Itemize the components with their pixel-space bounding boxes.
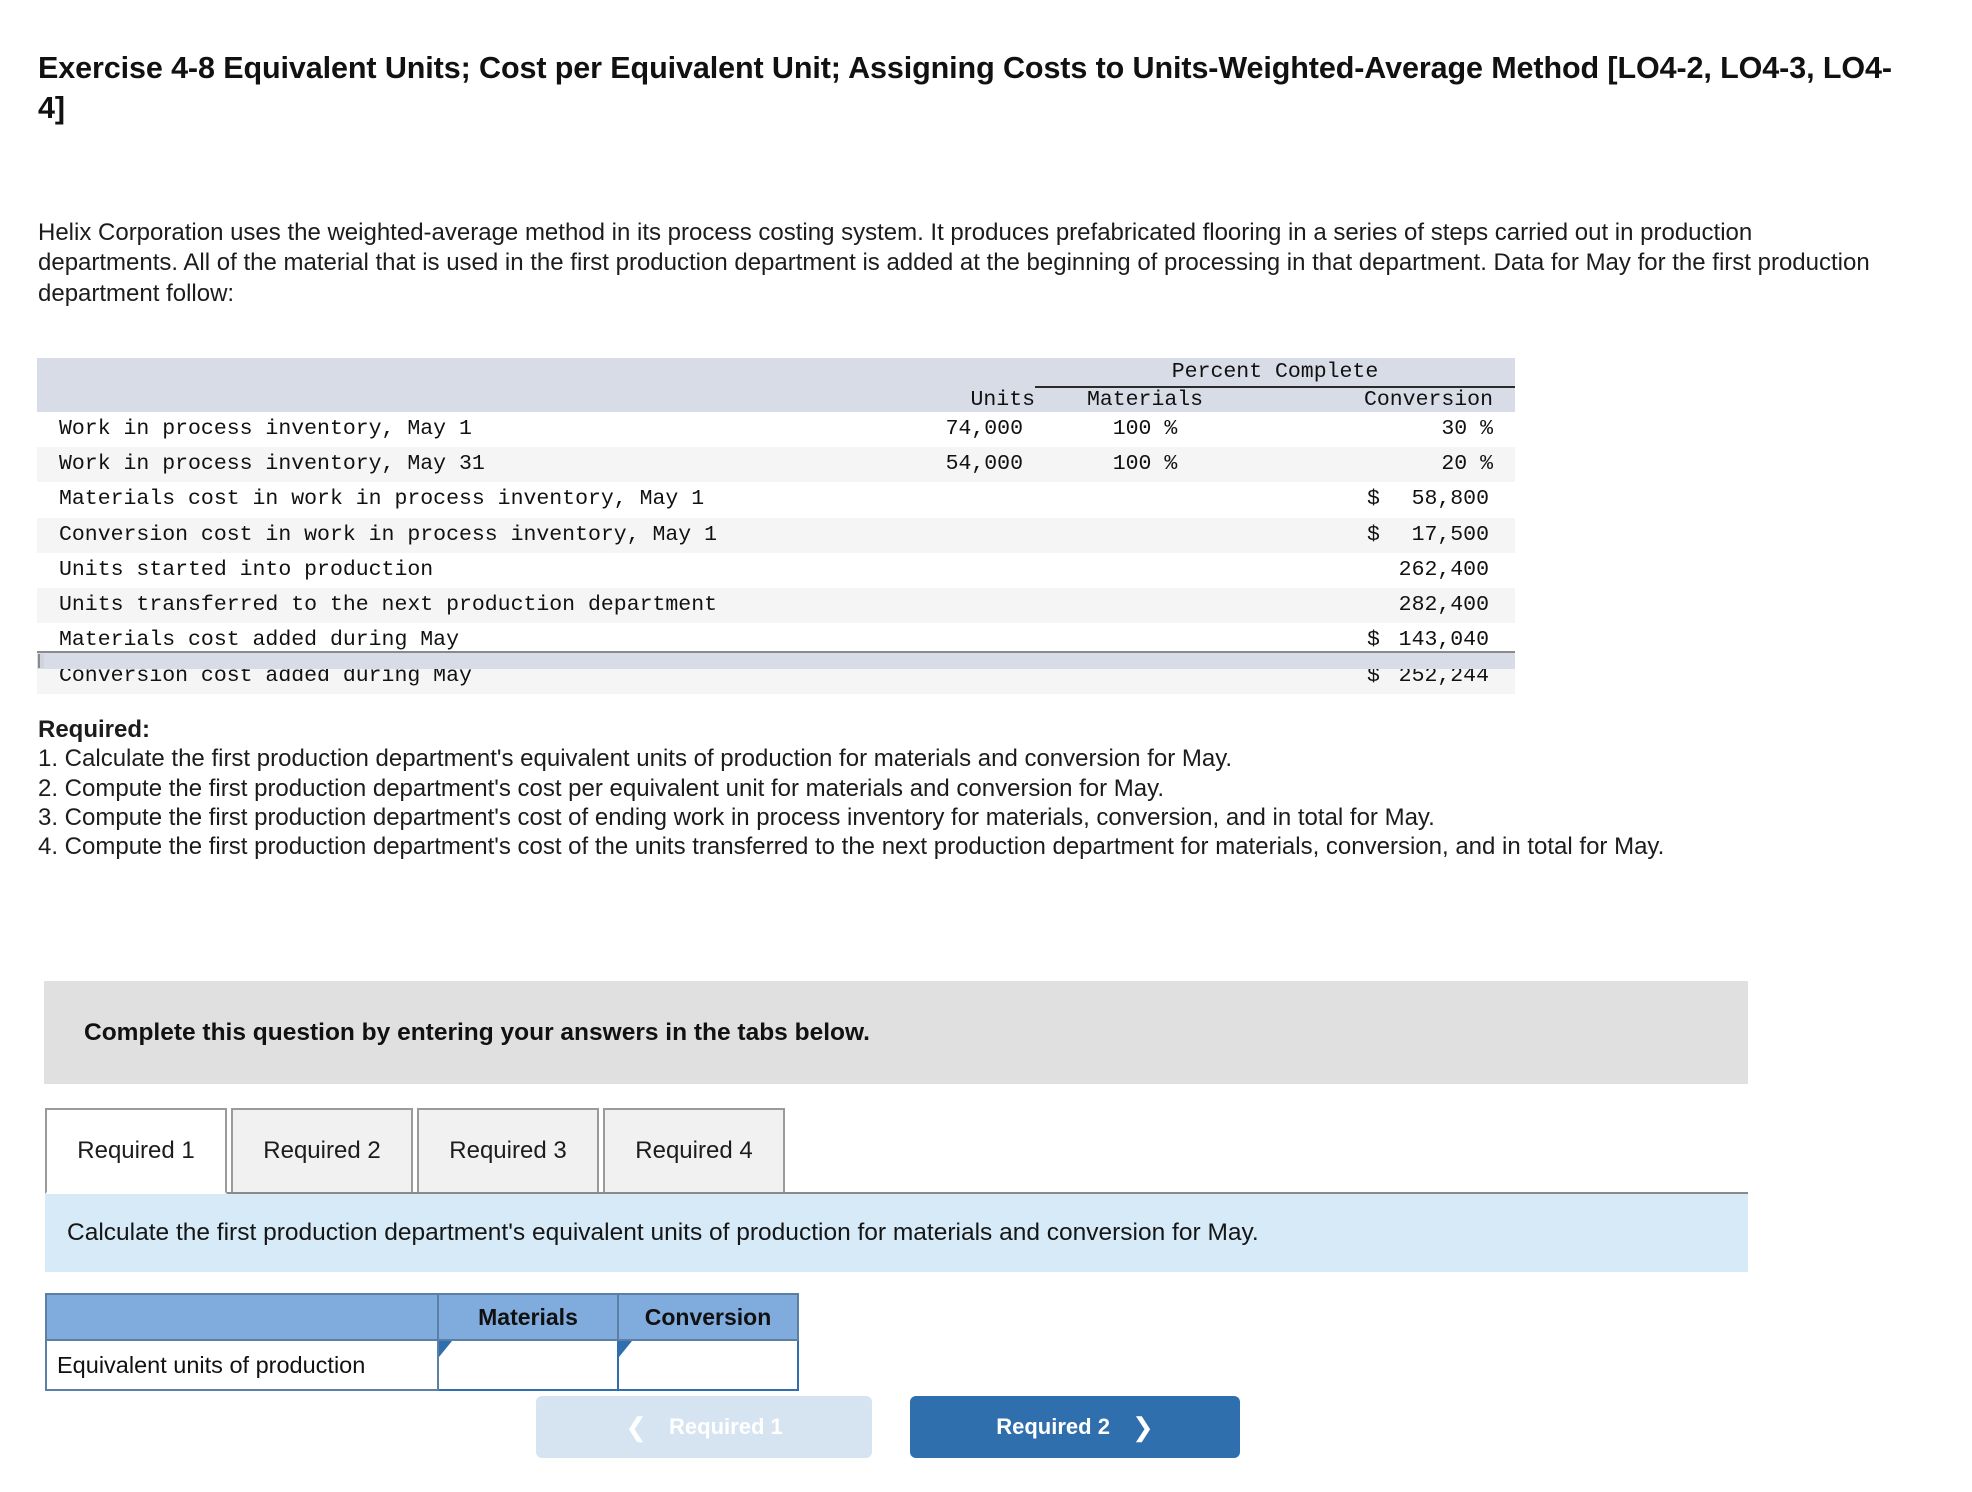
- answer-header-materials: Materials: [437, 1293, 619, 1341]
- answer-table-body: Equivalent units of production: [45, 1339, 799, 1391]
- row-label: Conversion cost in work in process inven…: [37, 517, 903, 553]
- table-row: Materials cost in work in process invent…: [37, 482, 1515, 518]
- next-button-label: Required 2: [996, 1414, 1110, 1439]
- header-materials: Materials: [1035, 388, 1255, 412]
- row-conversion: 30 %: [1255, 412, 1515, 448]
- data-table-group-header-row: Percent Complete: [37, 358, 1515, 386]
- scrollbar-thumb[interactable]: [38, 654, 44, 668]
- percent-complete-label: Percent Complete: [1171, 360, 1379, 384]
- required-heading: Required:: [38, 716, 151, 743]
- chevron-left-icon: ❮: [625, 1412, 648, 1442]
- answer-table: Materials Conversion Equivalent units of…: [45, 1293, 799, 1391]
- row-money: 282,400: [903, 588, 1515, 624]
- required-item-4: 4. Compute the first production departme…: [38, 833, 1665, 861]
- money-value: $58,800: [1367, 485, 1493, 514]
- row-label: Materials cost in work in process invent…: [37, 482, 903, 518]
- intro-paragraph: Helix Corporation uses the weighted-aver…: [38, 219, 1870, 307]
- tab-required-1[interactable]: Required 1: [45, 1108, 227, 1194]
- required-item-2: 2. Compute the first production departme…: [38, 774, 1165, 802]
- table-row: Work in process inventory, May 31 54,000…: [37, 447, 1515, 483]
- required-section: Required: 1. Calculate the first product…: [38, 715, 1938, 861]
- answer-header-row: Materials Conversion: [45, 1293, 799, 1341]
- header-units: Units: [903, 388, 1035, 412]
- header-blank-cell: [37, 358, 903, 386]
- data-table-container: Percent Complete Units Materials Convers…: [37, 358, 1515, 694]
- header-conversion: Conversion: [1255, 388, 1515, 412]
- amount: 17,500: [1411, 522, 1489, 547]
- answer-row: Equivalent units of production: [45, 1339, 799, 1391]
- row-label: Work in process inventory, May 1: [37, 412, 903, 448]
- amount: 282,400: [1398, 593, 1489, 618]
- money-value: 282,400: [1367, 591, 1493, 620]
- answer-header-conversion: Conversion: [617, 1293, 799, 1341]
- tab-required-4[interactable]: Required 4: [603, 1108, 785, 1194]
- instruction-banner-text: Complete this question by entering your …: [84, 1018, 870, 1046]
- answer-table-head: Materials Conversion: [45, 1293, 799, 1341]
- amount: 262,400: [1398, 557, 1489, 582]
- currency-symbol: $: [1367, 522, 1380, 547]
- question-banner: Calculate the first production departmen…: [45, 1194, 1748, 1272]
- table-row: Conversion cost in work in process inven…: [37, 517, 1515, 553]
- money-value: $17,500: [1367, 521, 1493, 550]
- row-conversion: 20 %: [1255, 447, 1515, 483]
- row-materials: 100 %: [1035, 412, 1255, 448]
- data-table-horizontal-scrollbar[interactable]: [37, 651, 1515, 669]
- currency-symbol: $: [1367, 487, 1380, 512]
- cell-marker-icon: [619, 1341, 632, 1357]
- row-label: Work in process inventory, May 31: [37, 447, 903, 483]
- tab-label: Required 1: [77, 1137, 195, 1164]
- row-money: $58,800: [903, 482, 1515, 518]
- previous-button-label: Required 1: [669, 1414, 783, 1439]
- exercise-page: Exercise 4-8 Equivalent Units; Cost per …: [0, 0, 1972, 1492]
- chevron-right-icon: ❯: [1131, 1412, 1154, 1442]
- tab-label: Required 2: [263, 1137, 381, 1164]
- tab-required-3[interactable]: Required 3: [417, 1108, 599, 1194]
- required-item-1: 1. Calculate the first production depart…: [38, 745, 1233, 773]
- required-item-3: 3. Compute the first production departme…: [38, 803, 1435, 831]
- data-table-head: Percent Complete Units Materials Convers…: [37, 358, 1515, 412]
- table-row: Work in process inventory, May 1 74,000 …: [37, 412, 1515, 448]
- previous-requirement-button[interactable]: ❮ Required 1: [536, 1396, 872, 1458]
- money-value: 262,400: [1367, 556, 1493, 585]
- amount: 58,800: [1411, 487, 1489, 512]
- row-label: Units started into production: [37, 552, 903, 589]
- row-materials: 100 %: [1035, 447, 1255, 483]
- row-label: Units transferred to the next production…: [37, 588, 903, 624]
- data-table-column-header-row: Units Materials Conversion: [37, 388, 1515, 412]
- row-money: $17,500: [903, 517, 1515, 553]
- page-title: Exercise 4-8 Equivalent Units; Cost per …: [38, 51, 1892, 126]
- answer-row-label: Equivalent units of production: [45, 1339, 439, 1391]
- cell-marker-icon: [439, 1341, 452, 1357]
- answer-table-container: Materials Conversion Equivalent units of…: [45, 1293, 799, 1391]
- materials-input-cell[interactable]: [437, 1339, 619, 1391]
- conversion-input-cell[interactable]: [617, 1339, 799, 1391]
- tab-label: Required 3: [449, 1137, 567, 1164]
- navigation-buttons: ❮ Required 1 Required 2 ❯: [536, 1396, 1240, 1458]
- row-units: 54,000: [903, 447, 1035, 483]
- instruction-banner: Complete this question by entering your …: [44, 981, 1748, 1084]
- answer-header-blank: [45, 1293, 439, 1341]
- header-label-column: [37, 388, 903, 412]
- source-data-table: Percent Complete Units Materials Convers…: [37, 358, 1515, 694]
- question-banner-text: Calculate the first production departmen…: [67, 1219, 1259, 1246]
- requirement-tabs: Required 1 Required 2 Required 3 Require…: [45, 1108, 789, 1194]
- next-requirement-button[interactable]: Required 2 ❯: [910, 1396, 1240, 1458]
- tab-label: Required 4: [635, 1137, 753, 1164]
- header-units-blank: [903, 358, 1035, 386]
- table-row: Units started into production 262,400: [37, 552, 1515, 589]
- row-units: 74,000: [903, 412, 1035, 448]
- percent-complete-group-header: Percent Complete: [1035, 358, 1515, 386]
- tab-required-2[interactable]: Required 2: [231, 1108, 413, 1194]
- row-money: 262,400: [903, 552, 1515, 589]
- table-row: Units transferred to the next production…: [37, 588, 1515, 624]
